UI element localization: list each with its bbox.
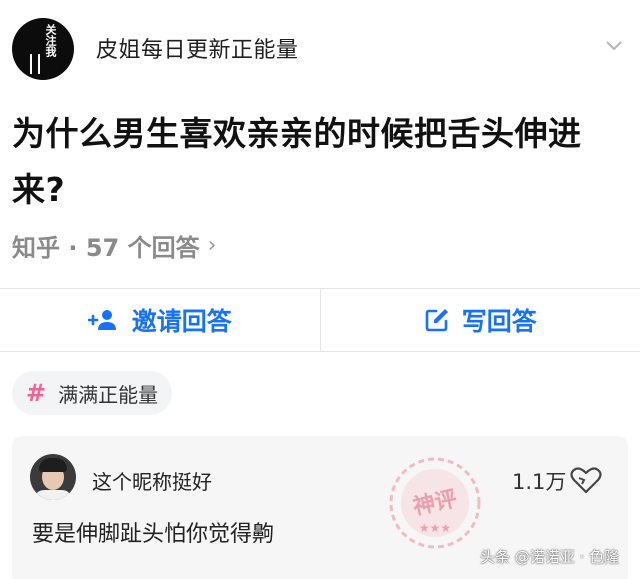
invite-answer-label: 邀请回答 bbox=[131, 307, 232, 336]
topic-tag[interactable]: # 满满正能量 bbox=[12, 371, 173, 415]
comment-text: 要是伸脚趾头怕你觉得齁 bbox=[32, 522, 275, 547]
avatar-hair bbox=[39, 458, 67, 472]
hashtag-icon: # bbox=[26, 379, 47, 407]
write-answer-button[interactable]: 写回答 bbox=[321, 289, 640, 351]
question-title[interactable]: 为什么男生喜欢亲亲的时候把舌头伸进来? bbox=[12, 106, 628, 218]
author-avatar[interactable]: 关注我 bbox=[12, 18, 74, 80]
stamp-stars: ★★★ bbox=[419, 521, 451, 535]
action-bar: 邀请回答 写回答 bbox=[0, 289, 640, 351]
write-answer-label: 写回答 bbox=[461, 307, 537, 336]
heart-icon[interactable] bbox=[570, 466, 602, 494]
answer-meta[interactable]: 知乎 · 57 个回答 › bbox=[12, 228, 216, 263]
author-name[interactable]: 皮姐每日更新正能量 bbox=[96, 32, 299, 64]
commenter-name[interactable]: 这个昵称挺好 bbox=[92, 466, 212, 495]
avatar-figure bbox=[30, 54, 40, 74]
answer-count: 知乎 · 57 个回答 bbox=[12, 234, 200, 262]
chevron-down-icon[interactable] bbox=[605, 36, 623, 54]
topic-label: 满满正能量 bbox=[58, 382, 159, 407]
chevron-right-icon: › bbox=[207, 233, 217, 258]
edit-icon bbox=[425, 309, 448, 332]
hot-comment-stamp-icon: 神评 ★★★ bbox=[389, 457, 481, 549]
question-header: 关注我 皮姐每日更新正能量 bbox=[0, 0, 640, 96]
add-user-icon bbox=[87, 310, 116, 330]
commenter-avatar[interactable] bbox=[30, 454, 76, 500]
like-count: 1.1万 bbox=[512, 470, 567, 494]
divider bbox=[0, 351, 640, 352]
avatar-shirt bbox=[34, 490, 72, 500]
watermark: 头条 @诺诺亚 · 色隆 bbox=[480, 548, 620, 566]
invite-answer-button[interactable]: 邀请回答 bbox=[0, 289, 320, 351]
avatar-text: 关注我 bbox=[44, 24, 57, 57]
